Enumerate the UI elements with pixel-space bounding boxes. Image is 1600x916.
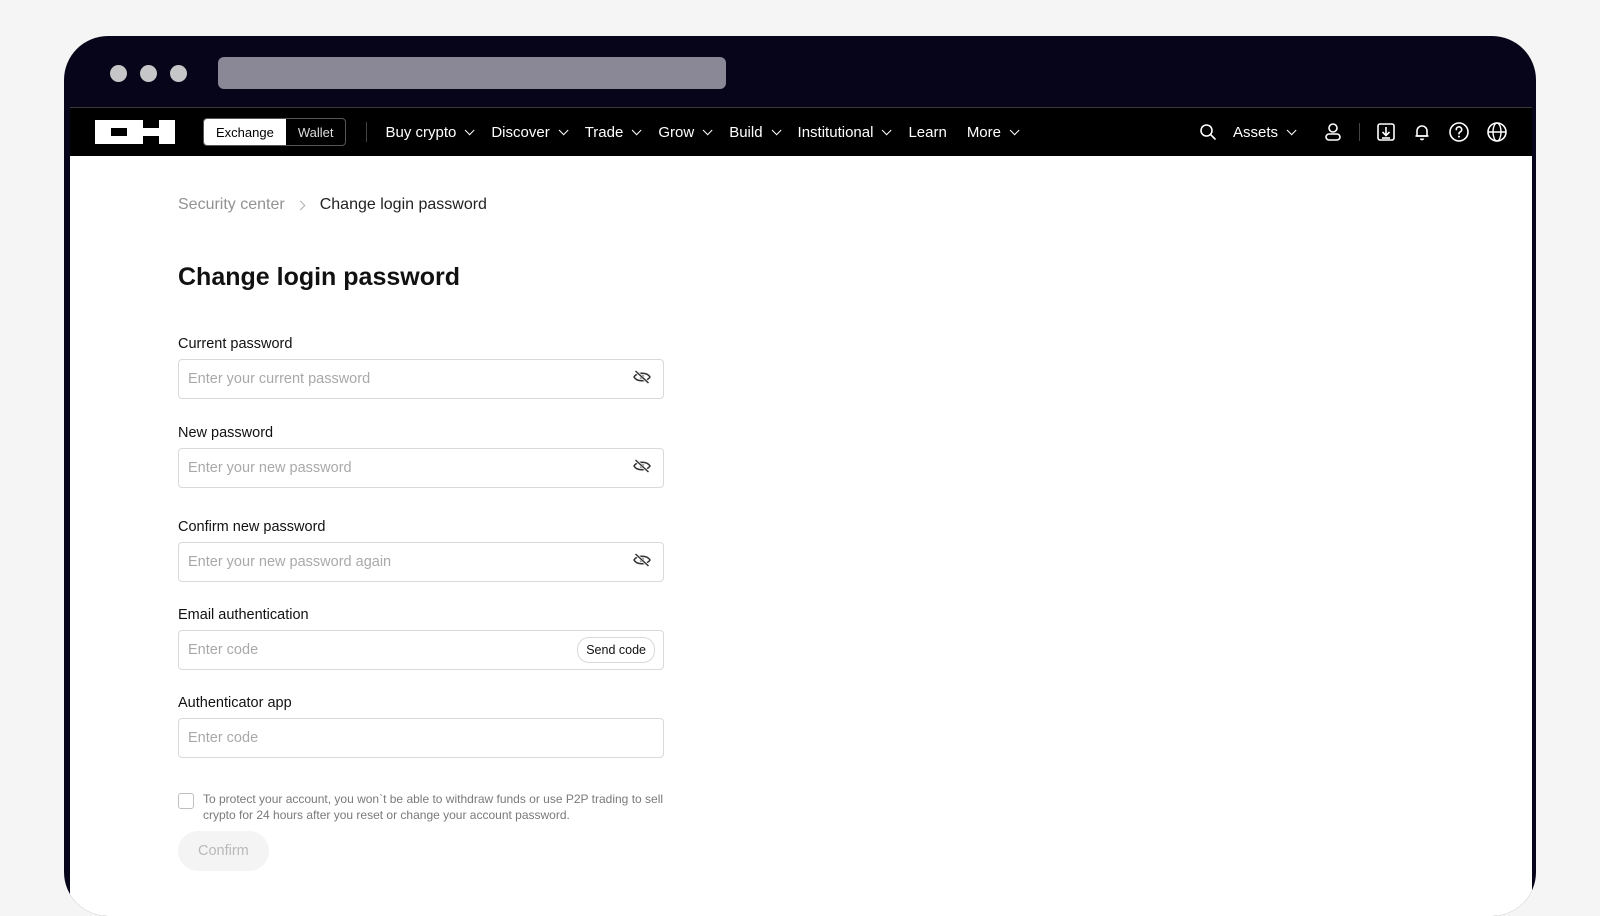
- breadcrumb-current: Change login password: [319, 196, 487, 213]
- window-dot-minimize[interactable]: [140, 65, 157, 82]
- email-code-input[interactable]: [179, 632, 578, 668]
- current-password-field: [178, 359, 664, 399]
- chevron-down-icon: [771, 124, 782, 135]
- nav-menu: Buy crypto Discover Trade Grow Build Ins…: [385, 124, 1020, 141]
- help-icon[interactable]: [1448, 121, 1470, 143]
- nav-divider: [366, 122, 368, 142]
- bell-icon[interactable]: [1412, 122, 1432, 142]
- chevron-down-icon: [702, 124, 713, 135]
- nav-item-learn[interactable]: Learn: [908, 124, 946, 141]
- assets-menu[interactable]: Assets: [1233, 124, 1297, 141]
- agreement-checkbox[interactable]: [178, 793, 194, 809]
- chevron-down-icon: [882, 124, 893, 135]
- address-bar[interactable]: [218, 57, 726, 89]
- exchange-wallet-toggle: Exchange Wallet: [203, 118, 347, 146]
- window-dot-close[interactable]: [110, 65, 127, 82]
- current-password-input[interactable]: [179, 361, 633, 397]
- authenticator-field: [178, 718, 664, 758]
- chevron-right-icon: [295, 200, 306, 210]
- nav-item-discover[interactable]: Discover: [491, 124, 569, 141]
- chevron-down-icon: [1286, 124, 1297, 135]
- new-password-label: New password: [178, 425, 274, 441]
- email-auth-label: Email authentication: [178, 607, 309, 623]
- chevron-down-icon: [632, 124, 642, 135]
- nav-actions: Assets: [1199, 108, 1508, 156]
- eye-off-icon[interactable]: [633, 552, 651, 572]
- toggle-wallet[interactable]: Wallet: [286, 119, 346, 145]
- browser-viewport: Exchange Wallet Buy crypto Discover Trad…: [70, 107, 1532, 916]
- chevron-down-icon: [558, 124, 569, 135]
- eye-off-icon[interactable]: [633, 458, 651, 478]
- authenticator-code-input[interactable]: [179, 720, 663, 756]
- send-code-button[interactable]: Send code: [577, 637, 655, 663]
- new-password-input[interactable]: [179, 450, 633, 486]
- toggle-exchange[interactable]: Exchange: [204, 119, 286, 145]
- chevron-down-icon: [465, 124, 475, 135]
- page-title: Change login password: [178, 263, 460, 291]
- new-password-field: [178, 448, 664, 488]
- nav-item-institutional[interactable]: Institutional: [798, 124, 893, 141]
- user-icon[interactable]: [1323, 122, 1343, 142]
- confirm-password-label: Confirm new password: [178, 519, 326, 535]
- globe-icon[interactable]: [1486, 121, 1508, 143]
- nav-item-trade[interactable]: Trade: [585, 124, 642, 141]
- eye-off-icon[interactable]: [633, 369, 651, 389]
- nav-item-build[interactable]: Build: [729, 124, 782, 141]
- authenticator-label: Authenticator app: [178, 695, 292, 711]
- current-password-label: Current password: [178, 336, 293, 352]
- chevron-down-icon: [1009, 124, 1020, 135]
- breadcrumb-security-center[interactable]: Security center: [178, 196, 285, 214]
- confirm-password-field: [178, 542, 664, 582]
- nav-divider: [1359, 123, 1360, 141]
- confirm-password-input[interactable]: [179, 544, 633, 580]
- okx-logo[interactable]: [95, 120, 175, 144]
- search-icon[interactable]: [1199, 123, 1217, 141]
- agreement-text: To protect your account, you won`t be ab…: [203, 792, 664, 822]
- window-controls: [110, 65, 187, 82]
- nav-item-buy-crypto[interactable]: Buy crypto: [385, 124, 475, 141]
- download-icon[interactable]: [1376, 122, 1396, 142]
- nav-item-grow[interactable]: Grow: [658, 124, 713, 141]
- agreement-row: To protect your account, you won`t be ab…: [178, 791, 678, 823]
- top-navbar: Exchange Wallet Buy crypto Discover Trad…: [70, 107, 1532, 156]
- window-dot-maximize[interactable]: [170, 65, 187, 82]
- confirm-button[interactable]: Confirm: [178, 831, 269, 871]
- breadcrumb: Security center Change login password: [178, 196, 487, 214]
- device-frame: Exchange Wallet Buy crypto Discover Trad…: [64, 36, 1536, 916]
- nav-item-more[interactable]: More: [967, 124, 1020, 141]
- email-auth-field: Send code: [178, 630, 664, 670]
